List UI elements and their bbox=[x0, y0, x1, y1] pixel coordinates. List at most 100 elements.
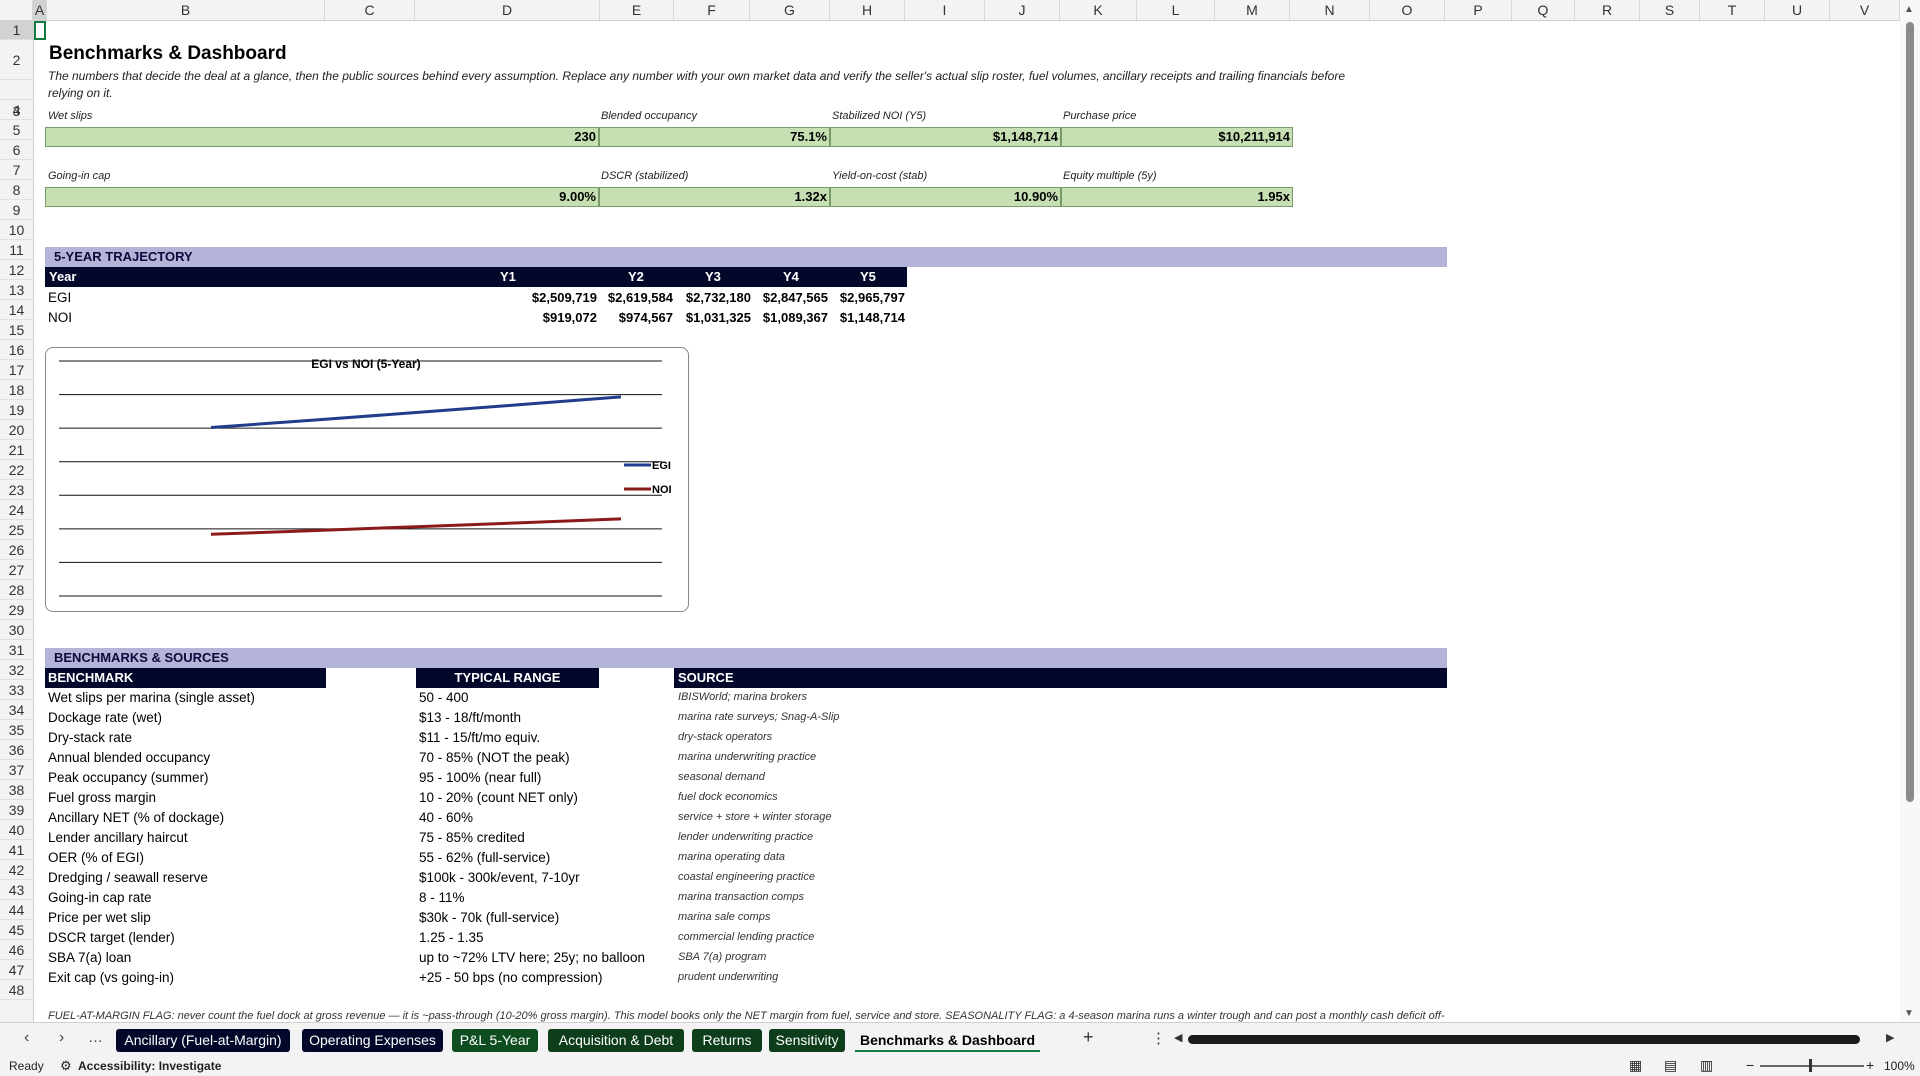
row-header-18[interactable]: 18 bbox=[0, 380, 33, 400]
tab-operating-expenses[interactable]: Operating Expenses bbox=[302, 1029, 443, 1052]
row-header-14[interactable]: 14 bbox=[0, 300, 33, 320]
row-header-44[interactable]: 44 bbox=[0, 900, 33, 920]
row-header-2[interactable]: 2 bbox=[0, 40, 33, 80]
column-header-d[interactable]: D bbox=[415, 0, 600, 20]
row-header-22[interactable]: 22 bbox=[0, 460, 33, 480]
tab-ancillary[interactable]: Ancillary (Fuel-at-Margin) bbox=[116, 1029, 290, 1052]
trajectory-egi-y3[interactable]: $2,732,180 bbox=[676, 290, 751, 305]
column-header-r[interactable]: R bbox=[1575, 0, 1640, 20]
scroll-up-icon[interactable]: ▲ bbox=[1904, 4, 1914, 15]
trajectory-noi-y2[interactable]: $974,567 bbox=[600, 310, 673, 325]
row-header-42[interactable]: 42 bbox=[0, 860, 33, 880]
column-header-v[interactable]: V bbox=[1830, 0, 1900, 20]
row-header-34[interactable]: 34 bbox=[0, 700, 33, 720]
column-header-p[interactable]: P bbox=[1445, 0, 1512, 20]
trajectory-egi-y2[interactable]: $2,619,584 bbox=[600, 290, 673, 305]
zoom-in-button[interactable]: + bbox=[1866, 1057, 1874, 1073]
row-header-23[interactable]: 23 bbox=[0, 480, 33, 500]
row-header-21[interactable]: 21 bbox=[0, 440, 33, 460]
hscroll-left-icon[interactable]: ◀ bbox=[1174, 1031, 1182, 1044]
trajectory-egi-y5[interactable]: $2,965,797 bbox=[830, 290, 905, 305]
zoom-slider[interactable] bbox=[1760, 1065, 1864, 1067]
tab-options-icon[interactable]: ⋮ bbox=[1151, 1029, 1166, 1047]
scroll-down-icon[interactable]: ▼ bbox=[1904, 1008, 1914, 1019]
tab-returns[interactable]: Returns bbox=[692, 1029, 762, 1052]
more-sheets-icon[interactable]: … bbox=[88, 1029, 103, 1046]
trajectory-egi-y4[interactable]: $2,847,565 bbox=[753, 290, 828, 305]
kpi-value-occupancy[interactable]: 75.1% bbox=[599, 127, 830, 147]
row-header-32[interactable]: 32 bbox=[0, 660, 33, 680]
column-header-a[interactable]: A bbox=[33, 0, 47, 20]
trajectory-noi-y5[interactable]: $1,148,714 bbox=[830, 310, 905, 325]
row-header-1[interactable]: 1 bbox=[0, 20, 33, 40]
egi-noi-chart[interactable]: EGI vs NOI (5-Year) EGI NOI bbox=[45, 347, 689, 612]
row-header-47[interactable]: 47 bbox=[0, 960, 33, 980]
row-header-30[interactable]: 30 bbox=[0, 620, 33, 640]
prev-sheet-icon[interactable]: ‹ bbox=[24, 1029, 29, 1047]
kpi-value-dscr[interactable]: 1.32x bbox=[599, 187, 830, 207]
row-header-25[interactable]: 25 bbox=[0, 520, 33, 540]
column-header-c[interactable]: C bbox=[325, 0, 415, 20]
chart-series-line-noi[interactable] bbox=[210, 517, 622, 536]
row-header-29[interactable]: 29 bbox=[0, 600, 33, 620]
kpi-value-yield-on-cost[interactable]: 10.90% bbox=[830, 187, 1061, 207]
kpi-value-purchase-price[interactable]: $10,211,914 bbox=[1061, 127, 1293, 147]
row-header-13[interactable]: 13 bbox=[0, 280, 33, 300]
accessibility-status[interactable]: Accessibility: Investigate bbox=[78, 1059, 221, 1073]
vertical-scroll-thumb[interactable] bbox=[1906, 22, 1914, 802]
column-header-m[interactable]: M bbox=[1215, 0, 1290, 20]
row-header-27[interactable]: 27 bbox=[0, 560, 33, 580]
select-all-corner[interactable] bbox=[0, 0, 33, 20]
row-header-24[interactable]: 24 bbox=[0, 500, 33, 520]
kpi-value-wet-slips[interactable]: 230 bbox=[45, 127, 599, 147]
zoom-out-button[interactable]: − bbox=[1746, 1057, 1754, 1073]
row-header-26[interactable]: 26 bbox=[0, 540, 33, 560]
column-header-o[interactable]: O bbox=[1370, 0, 1445, 20]
column-header-u[interactable]: U bbox=[1765, 0, 1830, 20]
zoom-slider-thumb[interactable] bbox=[1809, 1059, 1812, 1072]
row-header-8[interactable]: 8 bbox=[0, 180, 33, 200]
column-header-q[interactable]: Q bbox=[1512, 0, 1575, 20]
vertical-scrollbar[interactable]: ▲ ▼ bbox=[1900, 0, 1920, 1022]
row-header-5[interactable]: 5 bbox=[0, 120, 33, 140]
row-header-37[interactable]: 37 bbox=[0, 760, 33, 780]
row-header-39[interactable]: 39 bbox=[0, 800, 33, 820]
row-header-48[interactable]: 48 bbox=[0, 980, 33, 1000]
row-header-19[interactable]: 19 bbox=[0, 400, 33, 420]
page-layout-view-icon[interactable]: ▤ bbox=[1664, 1057, 1677, 1074]
column-header-h[interactable]: H bbox=[830, 0, 905, 20]
column-header-k[interactable]: K bbox=[1060, 0, 1137, 20]
chart-series-line-egi[interactable] bbox=[210, 395, 622, 429]
kpi-value-stab-noi[interactable]: $1,148,714 bbox=[830, 127, 1061, 147]
page-break-view-icon[interactable]: ▥ bbox=[1700, 1057, 1713, 1074]
row-header-15[interactable]: 15 bbox=[0, 320, 33, 340]
column-header-n[interactable]: N bbox=[1290, 0, 1370, 20]
row-header-36[interactable]: 36 bbox=[0, 740, 33, 760]
column-header-f[interactable]: F bbox=[674, 0, 750, 20]
row-header-28[interactable]: 28 bbox=[0, 580, 33, 600]
row-header-40[interactable]: 40 bbox=[0, 820, 33, 840]
kpi-value-equity-multiple[interactable]: 1.95x bbox=[1061, 187, 1293, 207]
column-header-b[interactable]: B bbox=[47, 0, 325, 20]
column-header-t[interactable]: T bbox=[1700, 0, 1765, 20]
column-header-l[interactable]: L bbox=[1137, 0, 1215, 20]
tab-benchmarks-dashboard[interactable]: Benchmarks & Dashboard bbox=[855, 1029, 1040, 1052]
kpi-value-going-in-cap[interactable]: 9.00% bbox=[45, 187, 599, 207]
normal-view-icon[interactable]: ▦ bbox=[1629, 1057, 1642, 1074]
row-header-7[interactable]: 7 bbox=[0, 160, 33, 180]
row-header-35[interactable]: 35 bbox=[0, 720, 33, 740]
column-header-e[interactable]: E bbox=[600, 0, 674, 20]
column-header-s[interactable]: S bbox=[1640, 0, 1700, 20]
trajectory-egi-y1[interactable]: $2,509,719 bbox=[497, 290, 597, 305]
trajectory-noi-y4[interactable]: $1,089,367 bbox=[753, 310, 828, 325]
row-header-45[interactable]: 45 bbox=[0, 920, 33, 940]
row-header-31[interactable]: 31 bbox=[0, 640, 33, 660]
active-cell-cursor[interactable] bbox=[34, 21, 46, 40]
row-header-6[interactable]: 6 bbox=[0, 140, 33, 160]
column-header-j[interactable]: J bbox=[985, 0, 1060, 20]
row-header-16[interactable]: 16 bbox=[0, 340, 33, 360]
add-sheet-button[interactable]: + bbox=[1083, 1027, 1094, 1048]
column-header-g[interactable]: G bbox=[750, 0, 830, 20]
horizontal-scroll-thumb[interactable] bbox=[1188, 1035, 1860, 1044]
tab-pl-5-year[interactable]: P&L 5-Year bbox=[452, 1029, 538, 1052]
